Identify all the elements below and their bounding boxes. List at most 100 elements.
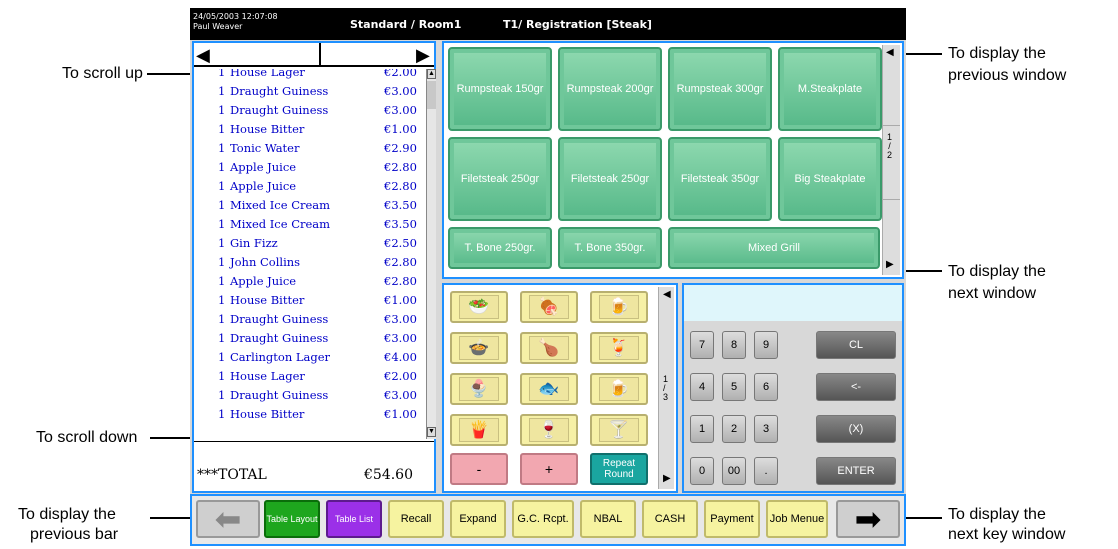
order-item-row[interactable]: 1 Mixed Ice Cream €3.50 — [194, 198, 426, 217]
quick-item-button[interactable]: 🍷 — [520, 414, 578, 446]
previous-bar-button[interactable]: ⬅ — [196, 500, 260, 538]
prev-page-icon[interactable]: ◀ — [663, 289, 671, 300]
item-name: Draught Guiness — [230, 84, 329, 98]
item-qty: 1 — [218, 255, 226, 269]
scroll-thumb[interactable] — [319, 43, 321, 65]
recall-button[interactable]: Recall — [388, 500, 444, 538]
keypad-key[interactable]: 00 — [722, 457, 746, 485]
quick-item-button[interactable]: 🍸 — [590, 414, 648, 446]
icon-page-total: 3 — [663, 392, 669, 402]
scroll-down-icon[interactable]: ▼ — [427, 427, 436, 437]
annotation-scroll-down: To scroll down — [36, 429, 138, 446]
food-icon: 🍹 — [599, 336, 639, 360]
order-item-row[interactable]: 1 Draught Guiness €3.00 — [194, 312, 426, 331]
quick-item-button[interactable]: 🐟 — [520, 373, 578, 405]
keypad-key[interactable]: 6 — [754, 373, 778, 401]
menu-item-button[interactable]: Rumpsteak 150gr — [448, 47, 552, 131]
next-key-window-button[interactable]: ➡ — [836, 500, 900, 538]
keypad-key[interactable]: 5 — [722, 373, 746, 401]
menu-item-button[interactable]: Filetsteak 250gr — [558, 137, 662, 221]
item-qty: 1 — [218, 103, 226, 117]
keypad-key[interactable]: 3 — [754, 415, 778, 443]
order-item-row[interactable]: 1 John Collins €2.80 — [194, 255, 426, 274]
scroll-up-icon[interactable]: ▲ — [427, 69, 436, 79]
keypad-key[interactable]: 2 — [722, 415, 746, 443]
keypad-function-key[interactable]: ENTER — [816, 457, 896, 485]
horizontal-scrollbar[interactable]: ◀ ▶ — [194, 43, 434, 67]
quick-item-button[interactable]: 🍗 — [520, 332, 578, 364]
order-item-row[interactable]: 1 House Lager €2.00 — [194, 69, 426, 84]
item-name: Apple Juice — [230, 179, 297, 193]
quick-item-button[interactable]: 🍖 — [520, 291, 578, 323]
order-item-row[interactable]: 1 Mixed Ice Cream €3.50 — [194, 217, 426, 236]
order-item-row[interactable]: 1 House Bitter €1.00 — [194, 407, 426, 426]
cash-button[interactable]: CASH — [642, 500, 698, 538]
order-item-row[interactable]: 1 Gin Fizz €2.50 — [194, 236, 426, 255]
quick-item-button[interactable]: 🍹 — [590, 332, 648, 364]
item-name: Mixed Ice Cream — [230, 217, 331, 231]
icon-pager[interactable]: ◀ 1 / 3 ▶ — [658, 287, 674, 489]
next-window-icon[interactable]: ▶ — [886, 259, 894, 270]
menu-item-button[interactable]: Rumpsteak 200gr — [558, 47, 662, 131]
expand-button[interactable]: Expand — [450, 500, 506, 538]
menu-item-button[interactable]: Filetsteak 250gr — [448, 137, 552, 221]
quick-item-button[interactable]: 🍟 — [450, 414, 508, 446]
scroll-thumb[interactable] — [427, 81, 436, 109]
keypad-function-key[interactable]: <- — [816, 373, 896, 401]
table-layout-button[interactable]: Table Layout — [264, 500, 320, 538]
keypad-key[interactable]: . — [754, 457, 778, 485]
keypad-key[interactable]: 4 — [690, 373, 714, 401]
order-item-row[interactable]: 1 Carlington Lager €4.00 — [194, 350, 426, 369]
order-item-row[interactable]: 1 Draught Guiness €3.00 — [194, 331, 426, 350]
annotation-next-window-1: To display the — [948, 263, 1046, 280]
order-item-row[interactable]: 1 Draught Guiness €3.00 — [194, 103, 426, 122]
order-item-row[interactable]: 1 Draught Guiness €3.00 — [194, 388, 426, 407]
keypad-function-key[interactable]: CL — [816, 331, 896, 359]
menu-item-button[interactable]: T. Bone 350gr. — [558, 227, 662, 269]
order-item-row[interactable]: 1 Apple Juice €2.80 — [194, 160, 426, 179]
quick-item-button[interactable]: 🍺 — [590, 373, 648, 405]
payment-button[interactable]: Payment — [704, 500, 760, 538]
keypad-key[interactable]: 9 — [754, 331, 778, 359]
nbal-button[interactable]: NBAL — [580, 500, 636, 538]
job-menue-button[interactable]: Job Menue — [766, 500, 828, 538]
quick-item-button[interactable]: 🍨 — [450, 373, 508, 405]
vertical-scrollbar[interactable]: ▲ ▼ — [426, 69, 436, 439]
gc-receipt-button[interactable]: G.C. Rcpt. — [512, 500, 574, 538]
scroll-left-icon[interactable]: ◀ — [196, 45, 210, 65]
quick-item-button[interactable]: 🥗 — [450, 291, 508, 323]
menu-item-button[interactable]: T. Bone 250gr. — [448, 227, 552, 269]
order-item-row[interactable]: 1 Apple Juice €2.80 — [194, 274, 426, 293]
order-item-row[interactable]: 1 Apple Juice €2.80 — [194, 179, 426, 198]
menu-item-button[interactable]: Big Steakplate — [778, 137, 882, 221]
order-item-row[interactable]: 1 House Bitter €1.00 — [194, 122, 426, 141]
order-item-row[interactable]: 1 House Lager €2.00 — [194, 369, 426, 388]
keypad-key[interactable]: 1 — [690, 415, 714, 443]
item-qty: 1 — [218, 331, 226, 345]
prev-window-icon[interactable]: ◀ — [886, 47, 894, 58]
order-item-row[interactable]: 1 Tonic Water €2.90 — [194, 141, 426, 160]
plus-button[interactable]: + — [520, 453, 578, 485]
order-item-row[interactable]: 1 Draught Guiness €3.00 — [194, 84, 426, 103]
menu-item-button[interactable]: Mixed Grill — [668, 227, 880, 269]
menu-item-button[interactable]: M.Steakplate — [778, 47, 882, 131]
arrow-right-icon: ➡ — [854, 501, 882, 537]
item-qty: 1 — [218, 293, 226, 307]
minus-button[interactable]: - — [450, 453, 508, 485]
food-icon: 🍟 — [459, 418, 499, 442]
menu-pager[interactable]: ◀ 1 / 2 ▶ — [882, 45, 900, 275]
keypad-key[interactable]: 7 — [690, 331, 714, 359]
order-item-row[interactable]: 1 House Bitter €1.00 — [194, 293, 426, 312]
keypad-function-key[interactable]: (X) — [816, 415, 896, 443]
keypad-key[interactable]: 0 — [690, 457, 714, 485]
quick-item-button[interactable]: 🍲 — [450, 332, 508, 364]
menu-item-button[interactable]: Filetsteak 350gr — [668, 137, 772, 221]
next-page-icon[interactable]: ▶ — [663, 473, 671, 484]
repeat-round-button[interactable]: Repeat Round — [590, 453, 648, 485]
menu-item-button[interactable]: Rumpsteak 300gr — [668, 47, 772, 131]
keypad-key[interactable]: 8 — [722, 331, 746, 359]
table-list-button[interactable]: Table List — [326, 500, 382, 538]
quick-item-button[interactable]: 🍺 — [590, 291, 648, 323]
item-price: €3.00 — [384, 84, 417, 98]
scroll-right-icon[interactable]: ▶ — [416, 45, 430, 65]
